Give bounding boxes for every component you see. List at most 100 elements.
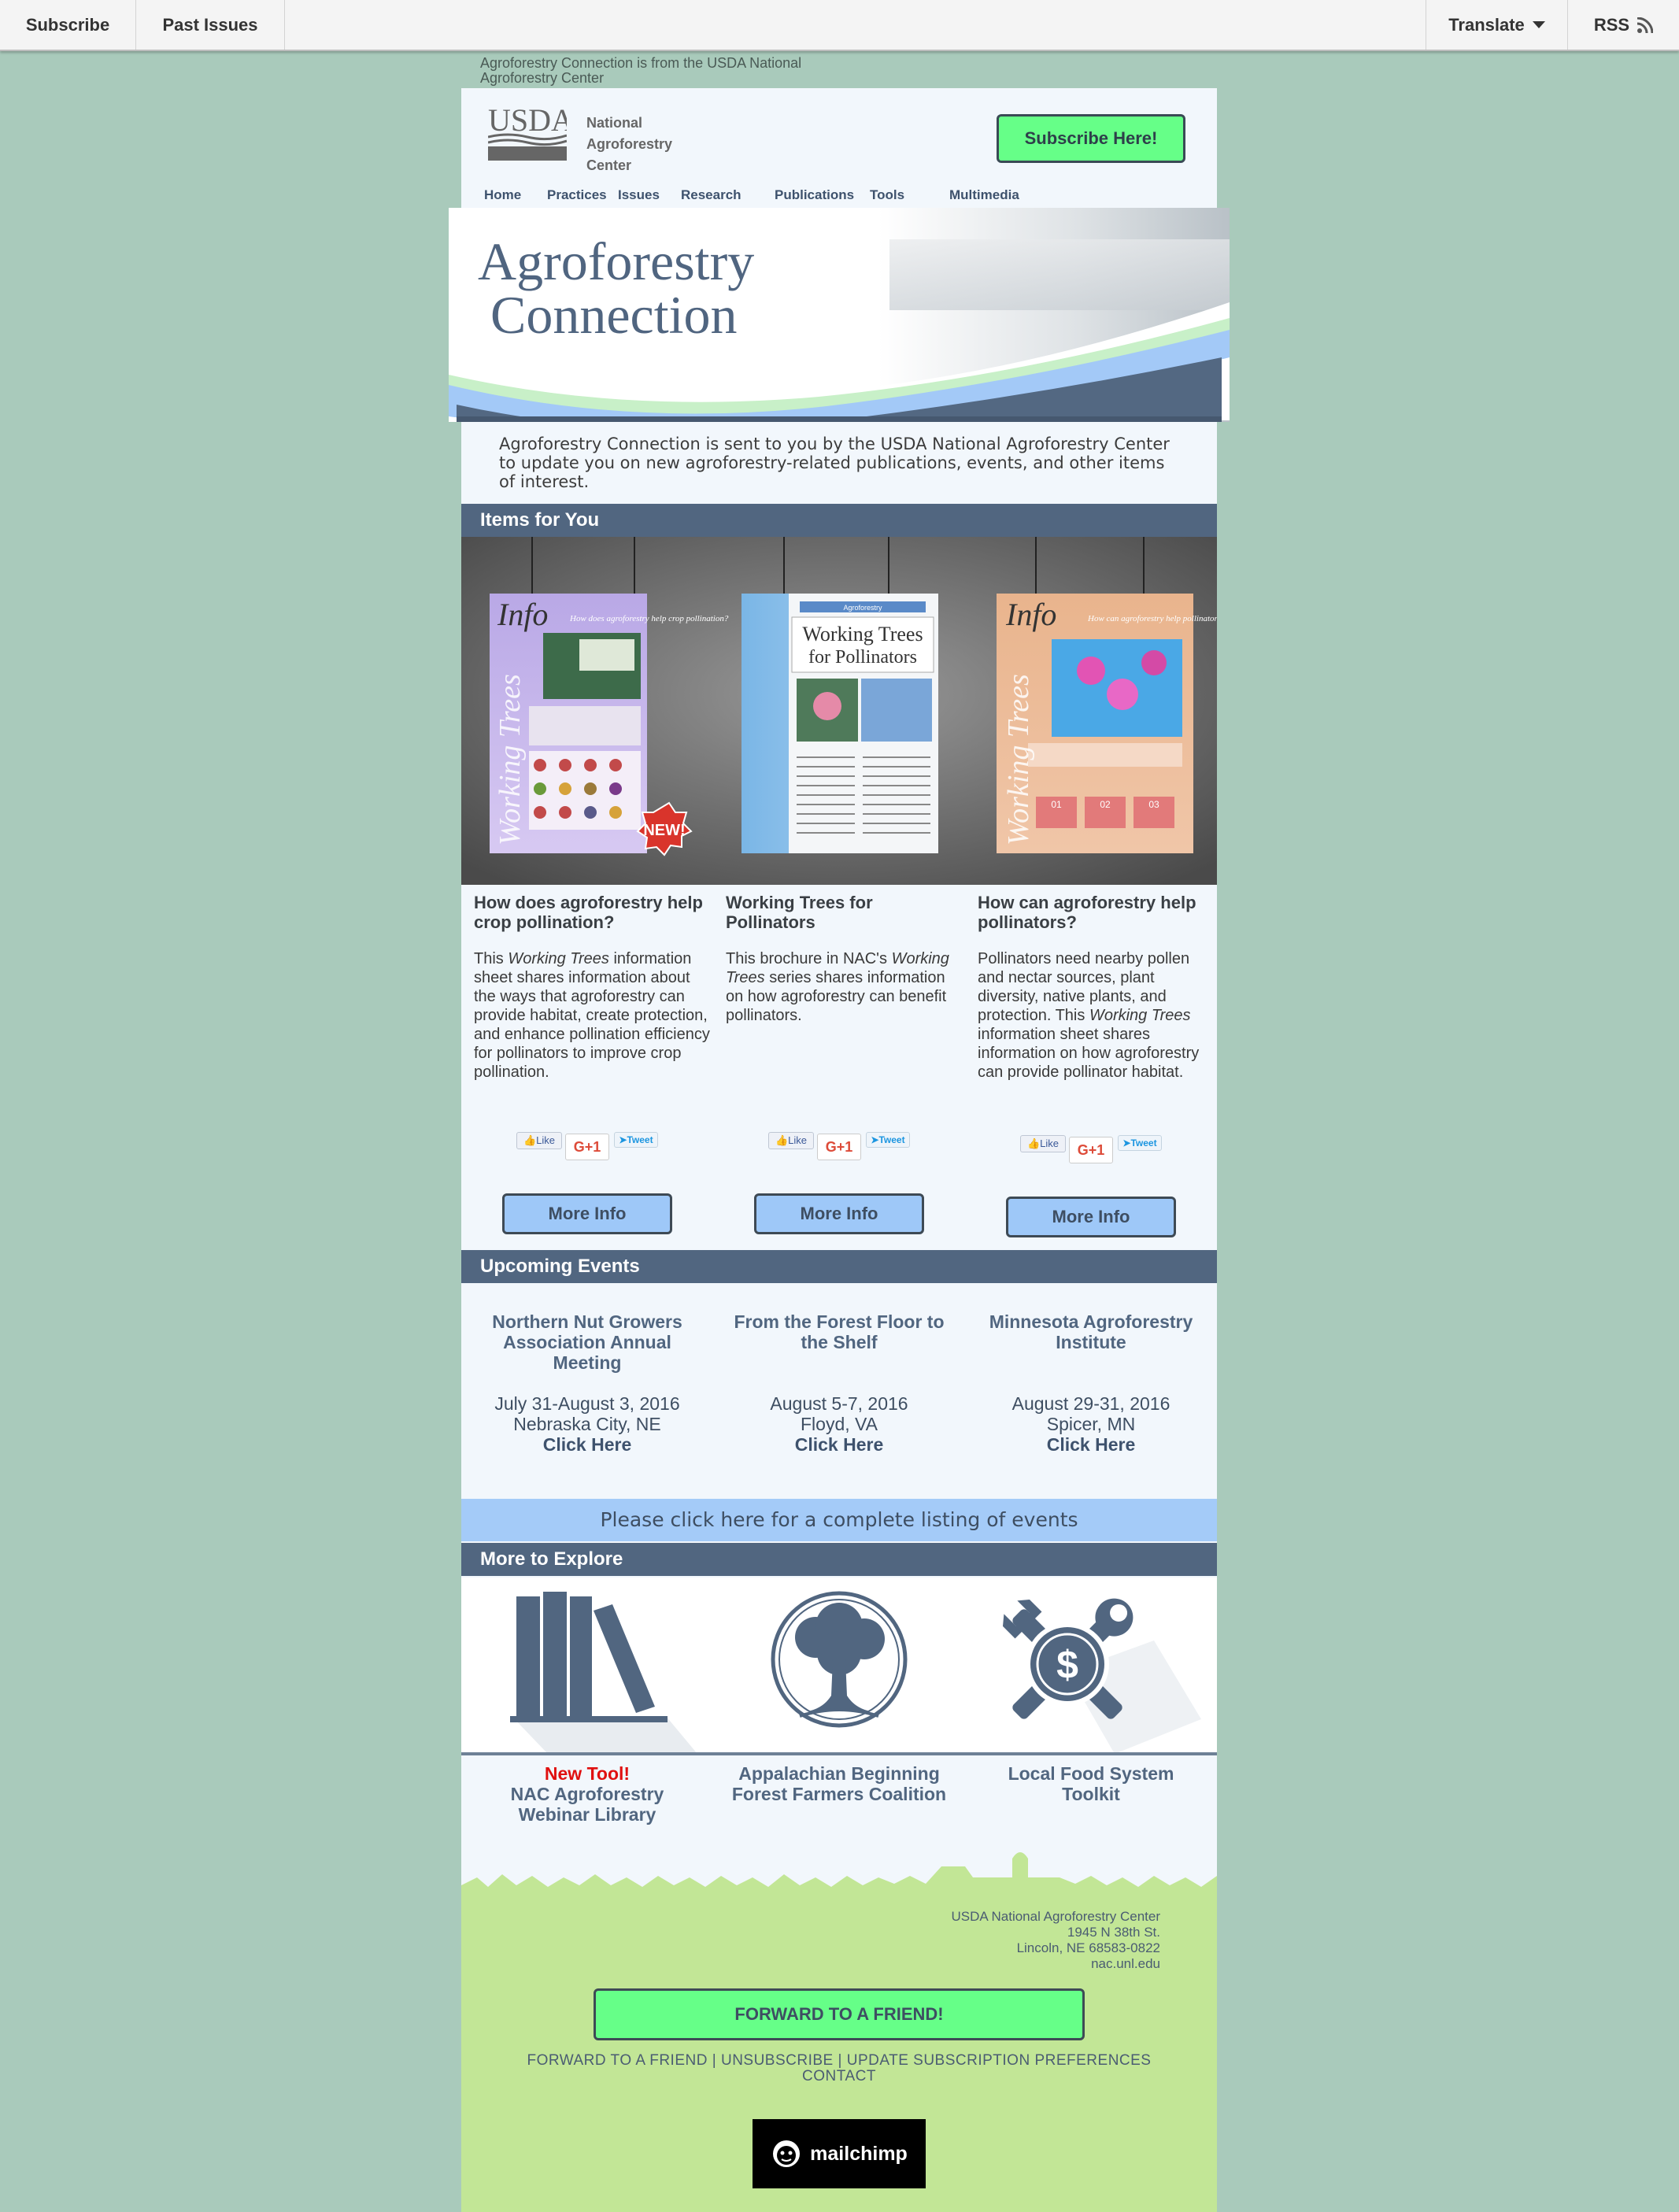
tweet-button[interactable]: ➤Tweet xyxy=(866,1132,910,1148)
social-share-group: 👍Like G+1 ➤Tweet xyxy=(516,1132,658,1163)
event-location: Floyd, VA xyxy=(801,1414,878,1434)
item-working-trees-pollinators: Working Trees for Pollinators This broch… xyxy=(726,893,962,1025)
twitter-bird-icon: ➤ xyxy=(871,1134,879,1145)
link-separator: | xyxy=(833,2052,847,2069)
link-separator: | xyxy=(707,2052,721,2069)
books-icon[interactable] xyxy=(461,1578,713,1754)
description-text: information sheet shares information on … xyxy=(978,1026,1200,1081)
address-line: 1945 N 38th St. xyxy=(1067,1925,1160,1940)
svg-text:Working Trees: Working Trees xyxy=(494,674,527,845)
explore-label: Appalachian Beginning xyxy=(738,1763,940,1784)
item-title[interactable]: How does agroforestry help crop pollinat… xyxy=(474,893,710,932)
newsletter-body: USDA National Agroforestry Center Subscr… xyxy=(449,88,1230,2212)
event-link[interactable]: Click Here xyxy=(721,1434,957,1455)
explore-food-toolkit[interactable]: Local Food System Toolkit xyxy=(965,1763,1217,1804)
svg-text:Working Trees: Working Trees xyxy=(1002,674,1035,845)
nav-home[interactable]: Home xyxy=(484,187,521,203)
explore-label: NAC Agroforestry xyxy=(510,1784,664,1804)
item-description: Pollinators need nearby pollen and necta… xyxy=(978,949,1214,1082)
contact-link[interactable]: CONTACT xyxy=(461,2069,1217,2084)
footer-links: FORWARD TO A FRIEND | UNSUBSCRIBE | UPDA… xyxy=(461,2053,1217,2084)
forward-to-friend-button[interactable]: FORWARD TO A FRIEND! xyxy=(594,1988,1085,2040)
rss-icon xyxy=(1637,17,1654,33)
explore-label: Local Food System xyxy=(1008,1763,1174,1784)
nav-tools[interactable]: Tools xyxy=(870,187,904,203)
explore-forest-farmers[interactable]: Appalachian Beginning Forest Farmers Coa… xyxy=(713,1763,965,1804)
item-title[interactable]: Working Trees for Pollinators xyxy=(726,893,962,932)
item-crop-pollination: How does agroforestry help crop pollinat… xyxy=(474,893,710,1082)
tweet-button[interactable]: ➤Tweet xyxy=(614,1132,658,1148)
more-info-button[interactable]: More Info xyxy=(754,1193,924,1234)
svg-text:USDA: USDA xyxy=(488,105,567,138)
event-date: August 5-7, 2016 xyxy=(770,1393,908,1414)
description-text: This xyxy=(474,950,509,967)
google-plus-button[interactable]: G+1 xyxy=(1069,1137,1113,1163)
top-navigation-bar: Subscribe Past Issues Translate RSS xyxy=(0,0,1679,51)
update-preferences-link[interactable]: UPDATE SUBSCRIPTION PREFERENCES xyxy=(847,2052,1152,2069)
tweet-label: Tweet xyxy=(1130,1137,1157,1149)
explore-webinar-library[interactable]: New Tool! NAC Agroforestry Webinar Libra… xyxy=(461,1763,713,1825)
rss-label: RSS xyxy=(1593,14,1630,35)
tweet-button[interactable]: ➤Tweet xyxy=(1118,1135,1162,1151)
posters-image[interactable]: Info How does agroforestry help crop pol… xyxy=(461,537,1226,885)
svg-text:Info: Info xyxy=(497,597,548,632)
item-description: This Working Trees information sheet sha… xyxy=(474,949,710,1082)
item-title[interactable]: How can agroforestry help pollinators? xyxy=(978,893,1214,932)
description-text: information sheet shares information abo… xyxy=(474,950,710,1081)
subscribe-link[interactable]: Subscribe xyxy=(0,0,136,50)
rss-link[interactable]: RSS xyxy=(1567,0,1679,50)
all-events-link[interactable]: Please click here for a complete listing… xyxy=(461,1499,1217,1541)
nav-publications[interactable]: Publications xyxy=(775,187,854,203)
more-info-button[interactable]: More Info xyxy=(1006,1197,1176,1237)
forward-link[interactable]: FORWARD TO A FRIEND xyxy=(527,2052,708,2069)
svg-text:Info: Info xyxy=(1005,597,1056,632)
local-food-toolkit-icon[interactable]: $ xyxy=(965,1578,1217,1754)
translate-dropdown[interactable]: Translate xyxy=(1426,0,1567,50)
event-card: Minnesota Agroforestry Institute August … xyxy=(973,1311,1209,1455)
tree-coalition-icon[interactable] xyxy=(713,1578,965,1754)
event-link[interactable]: Click Here xyxy=(469,1434,705,1455)
event-title: Minnesota Agroforestry Institute xyxy=(989,1311,1193,1352)
like-label: Like xyxy=(1040,1137,1060,1149)
nav-multimedia[interactable]: Multimedia xyxy=(949,187,1019,203)
unsubscribe-link[interactable]: UNSUBSCRIBE xyxy=(721,2052,834,2069)
nav-practices[interactable]: Practices xyxy=(547,187,607,203)
facebook-like-button[interactable]: 👍Like xyxy=(1020,1135,1066,1152)
svg-text:02: 02 xyxy=(1100,799,1111,810)
more-info-button[interactable]: More Info xyxy=(502,1193,672,1234)
social-share-group: 👍Like G+1 ➤Tweet xyxy=(1020,1135,1162,1167)
google-plus-button[interactable]: G+1 xyxy=(565,1134,609,1160)
facebook-like-button[interactable]: 👍Like xyxy=(768,1132,814,1149)
facebook-like-button[interactable]: 👍Like xyxy=(516,1132,562,1149)
past-issues-link[interactable]: Past Issues xyxy=(136,0,285,50)
website-link[interactable]: nac.unl.edu xyxy=(951,1956,1160,1972)
agency-name-line: National xyxy=(586,115,643,131)
svg-text:for Pollinators: for Pollinators xyxy=(808,647,917,668)
title-line-1: Agroforestry xyxy=(478,231,755,291)
nav-research[interactable]: Research xyxy=(681,187,741,203)
usda-logo[interactable]: USDA xyxy=(487,102,574,162)
svg-text:How can agroforestry help poll: How can agroforestry help pollinators? xyxy=(1087,614,1217,623)
translate-label: Translate xyxy=(1448,14,1525,35)
mailchimp-freddie-icon xyxy=(773,2140,801,2167)
agency-name-line: Center xyxy=(586,157,632,173)
event-title: Northern Nut Growers Association Annual … xyxy=(492,1311,682,1373)
like-label: Like xyxy=(788,1134,808,1146)
title-line-2: Connection xyxy=(490,285,738,345)
address-line: Lincoln, NE 68583-0822 xyxy=(1016,1940,1160,1955)
event-card: From the Forest Floor to the Shelf Augus… xyxy=(721,1311,957,1455)
explore-icons-panel: $ xyxy=(461,1578,1217,1754)
event-link[interactable]: Click Here xyxy=(973,1434,1209,1455)
series-name: Working Trees xyxy=(1089,1007,1191,1024)
svg-text:Working Trees: Working Trees xyxy=(802,623,923,645)
tweet-label: Tweet xyxy=(627,1134,653,1145)
mailchimp-badge[interactable]: mailchimp xyxy=(753,2119,926,2188)
newsletter-title: Agroforestry Connection xyxy=(478,235,754,342)
svg-text:01: 01 xyxy=(1051,799,1062,810)
nav-issues[interactable]: Issues xyxy=(618,187,660,203)
event-location: Spicer, MN xyxy=(1046,1414,1136,1434)
google-plus-button[interactable]: G+1 xyxy=(817,1134,861,1160)
event-card: Northern Nut Growers Association Annual … xyxy=(469,1311,705,1455)
subscribe-here-button[interactable]: Subscribe Here! xyxy=(997,114,1185,163)
events-section-header: Upcoming Events xyxy=(461,1250,1217,1283)
